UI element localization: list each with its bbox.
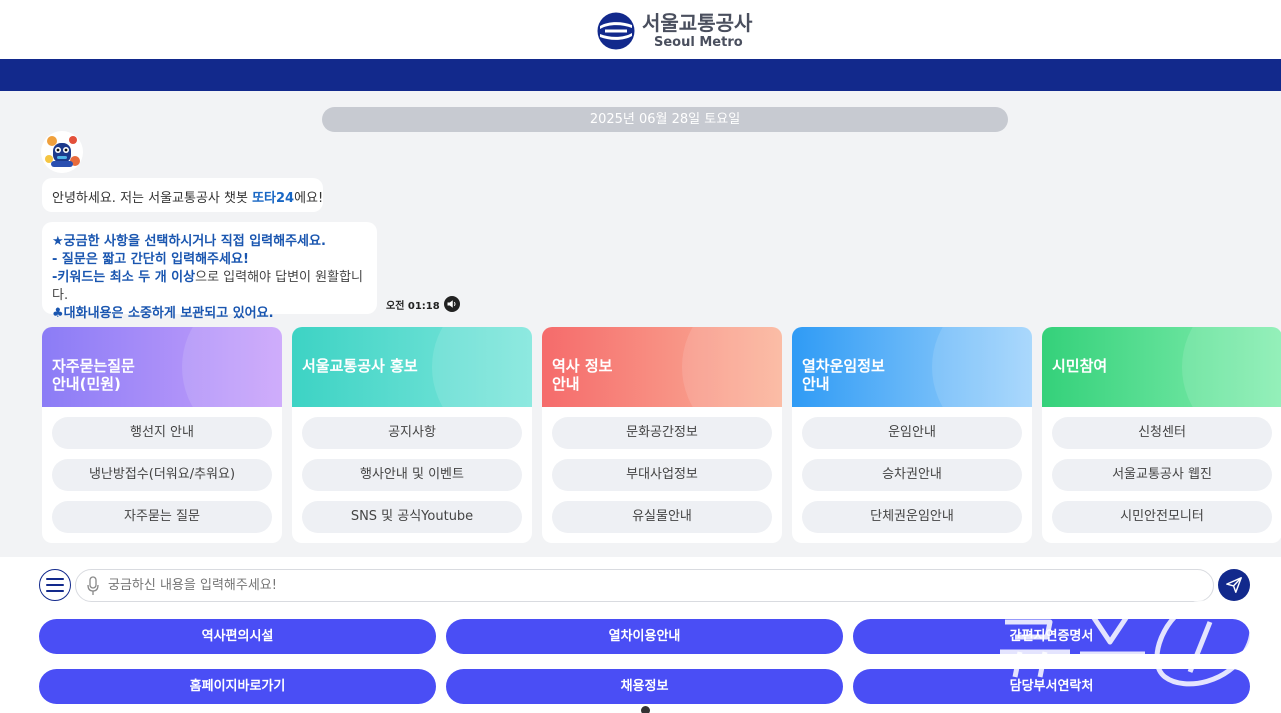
quick-button-department-contacts[interactable]: 담당부서연락처 xyxy=(853,669,1250,704)
menu-icon-line xyxy=(46,578,64,580)
category-card-buttons: 문화공간정보부대사업정보유실물안내 xyxy=(542,417,782,533)
header-blue-bar xyxy=(0,59,1281,91)
message-time-text: 오전 01:18 xyxy=(386,300,440,312)
category-option-button[interactable]: 운임안내 xyxy=(802,417,1022,449)
speaker-glyph-icon xyxy=(447,300,456,308)
notice-message: ★궁금한 사항을 선택하시거나 직접 입력해주세요. - 질문은 짧고 간단히 … xyxy=(42,222,377,321)
category-card-header[interactable]: 시민참여 xyxy=(1042,327,1281,407)
chatbot-name: 또타24 xyxy=(252,191,295,206)
quick-button-recruitment[interactable]: 채용정보 xyxy=(446,669,843,704)
category-card-header[interactable]: 서울교통공사 홍보 xyxy=(292,327,532,407)
menu-icon-line xyxy=(46,584,64,586)
category-option-button[interactable]: 문화공간정보 xyxy=(552,417,772,449)
seoul-metro-logo[interactable]: 서울교통공사 Seoul Metro xyxy=(596,11,752,51)
menu-icon-line xyxy=(46,590,64,592)
quick-button-homepage[interactable]: 홈페이지바로가기 xyxy=(39,669,436,704)
category-option-button[interactable]: 신청센터 xyxy=(1052,417,1272,449)
category-option-button[interactable]: 단체권운임안내 xyxy=(802,501,1022,533)
quick-button-train-usage[interactable]: 열차이용안내 xyxy=(446,619,843,654)
category-card-buttons: 행선지 안내냉난방접수(더워요/추워요) 자주묻는 질문 xyxy=(42,417,282,533)
category-card-citizen: 시민참여신청센터서울교통공사 웹진시민안전모니터 xyxy=(1042,327,1281,543)
category-card-buttons: 신청센터서울교통공사 웹진시민안전모니터 xyxy=(1042,417,1281,533)
category-option-button[interactable]: 행사안내 및 이벤트 xyxy=(302,459,522,491)
category-card-title-line2: 안내 xyxy=(552,375,580,393)
menu-button[interactable] xyxy=(39,569,71,601)
category-option-button[interactable]: 행선지 안내 xyxy=(52,417,272,449)
category-card-buttons: 운임안내승차권안내단체권운임안내 xyxy=(792,417,1032,533)
category-card-title: 역사 정보 xyxy=(552,357,613,375)
category-card-title-line2: 안내 xyxy=(802,375,830,393)
message-time: 오전 01:18 xyxy=(386,296,460,312)
category-card-title-line2: 안내(민원) xyxy=(52,375,121,393)
top-header: 서울교통공사 Seoul Metro xyxy=(0,0,1281,59)
category-option-button[interactable]: 냉난방접수(더워요/추워요) xyxy=(52,459,272,491)
quick-button-station-facilities[interactable]: 역사편의시설 xyxy=(39,619,436,654)
notice-line-1: ★궁금한 사항을 선택하시거나 직접 입력해주세요. xyxy=(52,234,326,249)
category-option-button[interactable]: 유실물안내 xyxy=(552,501,772,533)
category-card-fare-info: 열차운임정보 안내운임안내승차권안내단체권운임안내 xyxy=(792,327,1032,543)
category-card-promotion: 서울교통공사 홍보공지사항행사안내 및 이벤트 SNS 및 공식Youtube xyxy=(292,327,532,543)
category-card-faq: 자주묻는질문 안내(민원) 행선지 안내냉난방접수(더워요/추워요) 자주묻는 질문 xyxy=(42,327,282,543)
notice-line-3-bold: -키워드는 최소 두 개 이상 xyxy=(52,270,196,285)
notice-line-4: ♣대화내용은 소중하게 보관되고 있어요. xyxy=(52,306,274,321)
category-card-header[interactable]: 자주묻는질문 안내(민원) xyxy=(42,327,282,407)
chatbot-mascot-icon xyxy=(41,131,83,173)
date-divider: 2025년 06월 28일 토요일 xyxy=(322,107,1008,132)
category-option-button[interactable]: 공지사항 xyxy=(302,417,522,449)
category-card-header[interactable]: 열차운임정보 안내 xyxy=(792,327,1032,407)
category-card-title: 시민참여 xyxy=(1052,357,1108,375)
notice-line-2: - 질문은 짧고 간단히 입력해주세요! xyxy=(52,252,249,267)
logo-english-text: Seoul Metro xyxy=(654,35,743,50)
chat-input-wrapper xyxy=(75,569,1214,602)
quick-button-delay-certificate[interactable]: 간편지연증명서 xyxy=(853,619,1250,654)
category-card-title: 열차운임정보 xyxy=(802,357,885,375)
category-option-button[interactable]: 시민안전모니터 xyxy=(1052,501,1272,533)
greeting-prefix: 안녕하세요. 저는 서울교통공사 챗봇 xyxy=(52,191,253,206)
category-option-button[interactable]: 자주묻는 질문 xyxy=(52,501,272,533)
category-card-title: 서울교통공사 홍보 xyxy=(302,357,418,375)
speaker-icon[interactable] xyxy=(443,296,460,312)
category-card-station-info: 역사 정보 안내문화공간정보부대사업정보유실물안내 xyxy=(542,327,782,543)
greeting-suffix: 에요! xyxy=(294,191,324,206)
seoul-metro-logo-icon xyxy=(597,12,635,50)
category-option-button[interactable]: 서울교통공사 웹진 xyxy=(1052,459,1272,491)
send-icon xyxy=(1226,577,1242,593)
category-option-button[interactable]: SNS 및 공식Youtube xyxy=(302,501,522,533)
page-indicator-dot[interactable] xyxy=(641,706,650,713)
logo-korean-text: 서울교통공사 xyxy=(642,11,753,35)
category-card-title: 자주묻는질문 xyxy=(52,357,135,375)
category-card-buttons: 공지사항행사안내 및 이벤트 SNS 및 공식Youtube xyxy=(292,417,532,533)
category-card-header[interactable]: 역사 정보 안내 xyxy=(542,327,782,407)
send-button[interactable] xyxy=(1218,569,1250,601)
category-option-button[interactable]: 승차권안내 xyxy=(802,459,1022,491)
category-option-button[interactable]: 부대사업정보 xyxy=(552,459,772,491)
greeting-message: 안녕하세요. 저는 서울교통공사 챗봇 또타24에요! xyxy=(42,178,323,212)
microphone-icon[interactable] xyxy=(86,575,100,596)
notice-line-3: -키워드는 최소 두 개 이상으로 입력해야 답변이 원활합니다. xyxy=(52,269,367,305)
chatbot-avatar xyxy=(41,131,83,173)
chat-input[interactable] xyxy=(108,578,1213,593)
